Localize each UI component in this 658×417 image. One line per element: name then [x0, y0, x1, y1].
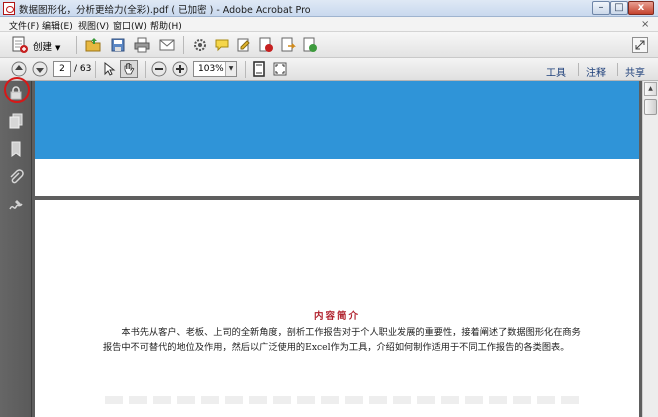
cover-blue-band	[35, 81, 639, 159]
create-pdf-icon[interactable]	[11, 36, 29, 54]
toolbar-separator	[183, 36, 184, 54]
document-close-icon[interactable]: ×	[641, 19, 649, 30]
menu-edit[interactable]: 编辑(E)	[42, 19, 73, 32]
acrobat-window: 数据图形化，分析更给力(全彩).pdf ( 已加密 ) - Adobe Acro…	[0, 0, 658, 417]
menu-file[interactable]: 文件(F)	[9, 19, 39, 32]
lock-highlight-annotation	[4, 77, 30, 103]
gear-icon[interactable]	[192, 37, 208, 53]
minimize-button[interactable]: –	[592, 1, 610, 15]
menu-view[interactable]: 视图(V)	[78, 19, 109, 32]
maximize-button[interactable]: □	[610, 1, 628, 15]
title-bar: 数据图形化，分析更给力(全彩).pdf ( 已加密 ) - Adobe Acro…	[0, 0, 658, 17]
fullscreen-icon[interactable]	[632, 37, 648, 53]
section-body: 本书先从客户、老板、上司的全新角度，剖析工作报告对于个人职业发展的重要性，接着阐…	[103, 325, 581, 355]
navigation-toolbar: 2 / 63 103% ▼ 工具 注释 共享	[0, 58, 658, 81]
navigation-pane	[0, 81, 32, 417]
menu-bar: 文件(F) 编辑(E) 视图(V) 窗口(W) 帮助(H) ×	[0, 17, 658, 32]
menu-help[interactable]: 帮助(H)	[150, 19, 182, 32]
secure-icon[interactable]	[258, 37, 274, 53]
fit-width-icon[interactable]	[272, 61, 288, 77]
tools-panel-link[interactable]: 工具	[546, 64, 566, 79]
menu-window[interactable]: 窗口(W)	[113, 19, 147, 32]
previous-page	[35, 81, 639, 196]
maximize-icon: □	[614, 2, 624, 13]
toolbar-separator	[245, 61, 246, 78]
select-cursor-icon[interactable]	[101, 61, 117, 77]
fit-page-icon[interactable]	[251, 61, 267, 77]
chevron-down-icon[interactable]: ▼	[225, 62, 236, 76]
window-title: 数据图形化，分析更给力(全彩).pdf ( 已加密 ) - Adobe Acro…	[19, 5, 311, 16]
share-file-icon[interactable]	[302, 37, 318, 53]
panel-separator	[617, 63, 618, 76]
body-paragraph: 本书先从客户、老板、上司的全新角度，剖析工作报告对于个人职业发展的重要性，接着阐…	[103, 327, 581, 353]
export-icon[interactable]	[280, 37, 296, 53]
document-view[interactable]: 内容简介 本书先从客户、老板、上司的全新角度，剖析工作报告对于个人职业发展的重要…	[32, 81, 642, 417]
bookmarks-icon[interactable]	[7, 140, 25, 158]
zoom-out-icon[interactable]	[151, 61, 167, 77]
hand-tool-icon[interactable]	[120, 60, 138, 78]
zoom-in-icon[interactable]	[172, 61, 188, 77]
chevron-down-icon: ▼	[55, 44, 61, 52]
pdf-app-icon	[3, 2, 15, 15]
open-folder-icon[interactable]	[85, 37, 101, 53]
sign-icon[interactable]	[236, 37, 252, 53]
panel-separator	[578, 63, 579, 76]
vertical-scrollbar[interactable]: ▲	[642, 81, 658, 417]
create-label: 创建	[33, 42, 53, 53]
print-icon[interactable]	[134, 37, 150, 53]
faint-text-line	[105, 396, 585, 404]
save-icon[interactable]	[110, 37, 126, 53]
create-button[interactable]: 创建 ▼	[33, 39, 60, 53]
email-icon[interactable]	[159, 37, 175, 53]
toolbar-separator	[95, 61, 96, 78]
main-toolbar: 创建 ▼	[0, 32, 658, 58]
scroll-up-icon[interactable]: ▲	[644, 82, 657, 96]
section-heading: 内容简介	[313, 311, 360, 322]
close-button[interactable]: x	[628, 1, 654, 15]
close-icon: x	[637, 2, 645, 13]
comment-panel-link[interactable]: 注释	[586, 64, 606, 79]
page-number-input[interactable]: 2	[53, 61, 71, 77]
zoom-value: 103%	[198, 64, 224, 74]
minimize-icon: –	[598, 2, 604, 13]
zoom-select[interactable]: 103% ▼	[193, 61, 237, 77]
signatures-icon[interactable]	[7, 196, 25, 214]
share-panel-link[interactable]: 共享	[625, 64, 645, 79]
toolbar-separator	[145, 61, 146, 78]
toolbar-separator	[76, 36, 77, 54]
comment-icon[interactable]	[214, 37, 230, 53]
next-page-icon[interactable]	[32, 61, 48, 77]
scroll-thumb[interactable]	[644, 99, 657, 115]
previous-page-icon[interactable]	[11, 61, 27, 77]
attachments-icon[interactable]	[7, 168, 25, 186]
page-total: / 63	[74, 64, 92, 74]
page-thumbnails-icon[interactable]	[7, 112, 25, 130]
current-page: 内容简介 本书先从客户、老板、上司的全新角度，剖析工作报告对于个人职业发展的重要…	[35, 200, 639, 417]
